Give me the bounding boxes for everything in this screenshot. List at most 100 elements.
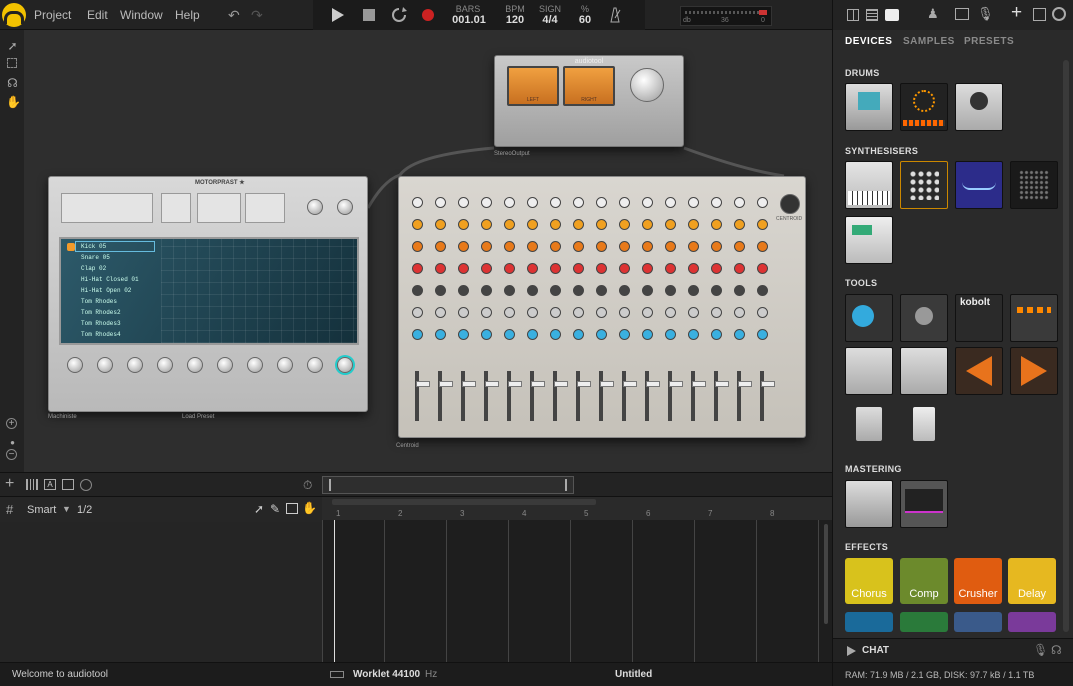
device-tool-8[interactable] xyxy=(1010,347,1058,395)
effect-5[interactable] xyxy=(845,612,893,632)
mixer-channel-11[interactable] xyxy=(639,191,660,435)
channel-knob[interactable] xyxy=(435,307,446,318)
stop-icon[interactable] xyxy=(363,9,375,21)
channel-fader[interactable] xyxy=(691,371,706,421)
track-list[interactable] xyxy=(0,522,322,662)
channel-knob[interactable] xyxy=(711,307,722,318)
channel-knob[interactable] xyxy=(573,241,584,252)
mixer-channel-4[interactable] xyxy=(478,191,499,435)
channel-knob[interactable] xyxy=(757,307,768,318)
channel-knob[interactable] xyxy=(619,263,630,274)
slot-7[interactable]: Tom Rhodes2 xyxy=(81,309,121,316)
channel-knob[interactable] xyxy=(665,285,676,296)
list-view-icon[interactable] xyxy=(866,9,878,21)
channel-knob[interactable] xyxy=(550,285,561,296)
channel-knob[interactable] xyxy=(458,197,469,208)
channel-knob[interactable] xyxy=(550,307,561,318)
channel-knob[interactable] xyxy=(665,241,676,252)
channel-knob[interactable] xyxy=(642,285,653,296)
bars-value[interactable]: 001.01 xyxy=(451,14,487,26)
device-mastering-2[interactable] xyxy=(900,480,948,528)
channel-knob[interactable] xyxy=(665,197,676,208)
clip-icon[interactable] xyxy=(62,479,74,490)
mixer-channel-1[interactable] xyxy=(409,191,430,435)
channel-knob[interactable] xyxy=(573,197,584,208)
m-knob-e[interactable] xyxy=(187,357,203,373)
channel-knob[interactable] xyxy=(458,219,469,230)
mixer-channel-3[interactable] xyxy=(455,191,476,435)
mode-panel[interactable] xyxy=(245,193,285,223)
redo-icon[interactable]: ↷ xyxy=(251,7,263,24)
channel-knob[interactable] xyxy=(435,219,446,230)
channel-fader[interactable] xyxy=(507,371,522,421)
channel-fader[interactable] xyxy=(553,371,568,421)
pencil-tool-icon[interactable]: ✎ xyxy=(270,502,280,516)
headphones-icon[interactable]: ☊ xyxy=(6,77,19,90)
centroid-master-knob[interactable] xyxy=(780,194,800,214)
record-icon[interactable] xyxy=(421,8,435,22)
channel-knob[interactable] xyxy=(711,219,722,230)
channel-knob[interactable] xyxy=(550,241,561,252)
undo-icon[interactable]: ↶ xyxy=(228,7,240,24)
chat-headset-icon[interactable]: ☊ xyxy=(1051,643,1062,657)
chat-bar[interactable]: CHAT 🎙 ☊ xyxy=(833,638,1073,662)
channel-knob[interactable] xyxy=(412,263,423,274)
audiotool-logo-icon[interactable] xyxy=(2,3,26,27)
effect-comp[interactable]: Comp xyxy=(900,558,948,604)
channel-knob[interactable] xyxy=(412,329,423,340)
channel-knob[interactable] xyxy=(550,197,561,208)
tab-devices[interactable]: DEVICES xyxy=(845,36,892,47)
channel-knob[interactable] xyxy=(596,197,607,208)
mixer-channel-12[interactable] xyxy=(662,191,683,435)
channel-knob[interactable] xyxy=(504,329,515,340)
device-space[interactable] xyxy=(845,216,893,264)
chat-expand-icon[interactable] xyxy=(847,646,856,656)
m-knob-a[interactable] xyxy=(67,357,83,373)
channel-fader[interactable] xyxy=(415,371,430,421)
channel-knob[interactable] xyxy=(757,197,768,208)
zoom-out-icon[interactable]: − xyxy=(6,449,17,460)
mixer-channel-14[interactable] xyxy=(708,191,729,435)
channel-knob[interactable] xyxy=(527,329,538,340)
channel-knob[interactable] xyxy=(458,241,469,252)
channel-fader[interactable] xyxy=(645,371,660,421)
device-kobolt[interactable]: kobolt xyxy=(955,294,1003,342)
piano-roll-icon[interactable] xyxy=(26,479,38,490)
channel-knob[interactable] xyxy=(688,285,699,296)
channel-knob[interactable] xyxy=(734,241,745,252)
menu-window[interactable]: Window xyxy=(120,8,163,22)
channel-knob[interactable] xyxy=(711,197,722,208)
channel-knob[interactable] xyxy=(711,285,722,296)
channel-knob[interactable] xyxy=(412,241,423,252)
channel-knob[interactable] xyxy=(596,329,607,340)
chat-label[interactable]: CHAT xyxy=(862,645,889,656)
channel-knob[interactable] xyxy=(619,219,630,230)
channel-knob[interactable] xyxy=(688,307,699,318)
device-bassline[interactable] xyxy=(955,161,1003,209)
device-tool-9[interactable] xyxy=(845,400,893,448)
channel-fader[interactable] xyxy=(737,371,752,421)
channel-knob[interactable] xyxy=(435,241,446,252)
channel-knob[interactable] xyxy=(435,197,446,208)
channel-fader[interactable] xyxy=(599,371,614,421)
timeline-area[interactable] xyxy=(322,520,832,662)
chevron-down-icon[interactable]: ▼ xyxy=(62,504,71,514)
tab-samples[interactable]: SAMPLES xyxy=(903,36,955,47)
channel-fader[interactable] xyxy=(760,371,775,421)
channel-fader[interactable] xyxy=(461,371,476,421)
loop-icon[interactable] xyxy=(391,7,407,23)
channel-knob[interactable] xyxy=(458,307,469,318)
mixer-channel-10[interactable] xyxy=(616,191,637,435)
channel-knob[interactable] xyxy=(527,241,538,252)
channel-knob[interactable] xyxy=(642,329,653,340)
channel-knob[interactable] xyxy=(596,285,607,296)
channel-knob[interactable] xyxy=(619,197,630,208)
channel-knob[interactable] xyxy=(757,329,768,340)
add-icon[interactable]: + xyxy=(1011,2,1022,24)
channel-knob[interactable] xyxy=(665,307,676,318)
channel-knob[interactable] xyxy=(734,263,745,274)
desktop-canvas[interactable]: audiotool LEFT RIGHT StereoOutput MOTORP… xyxy=(24,30,832,472)
device-mastering-1[interactable] xyxy=(845,480,893,528)
channel-knob[interactable] xyxy=(711,329,722,340)
bpm-value[interactable]: 120 xyxy=(503,14,527,26)
